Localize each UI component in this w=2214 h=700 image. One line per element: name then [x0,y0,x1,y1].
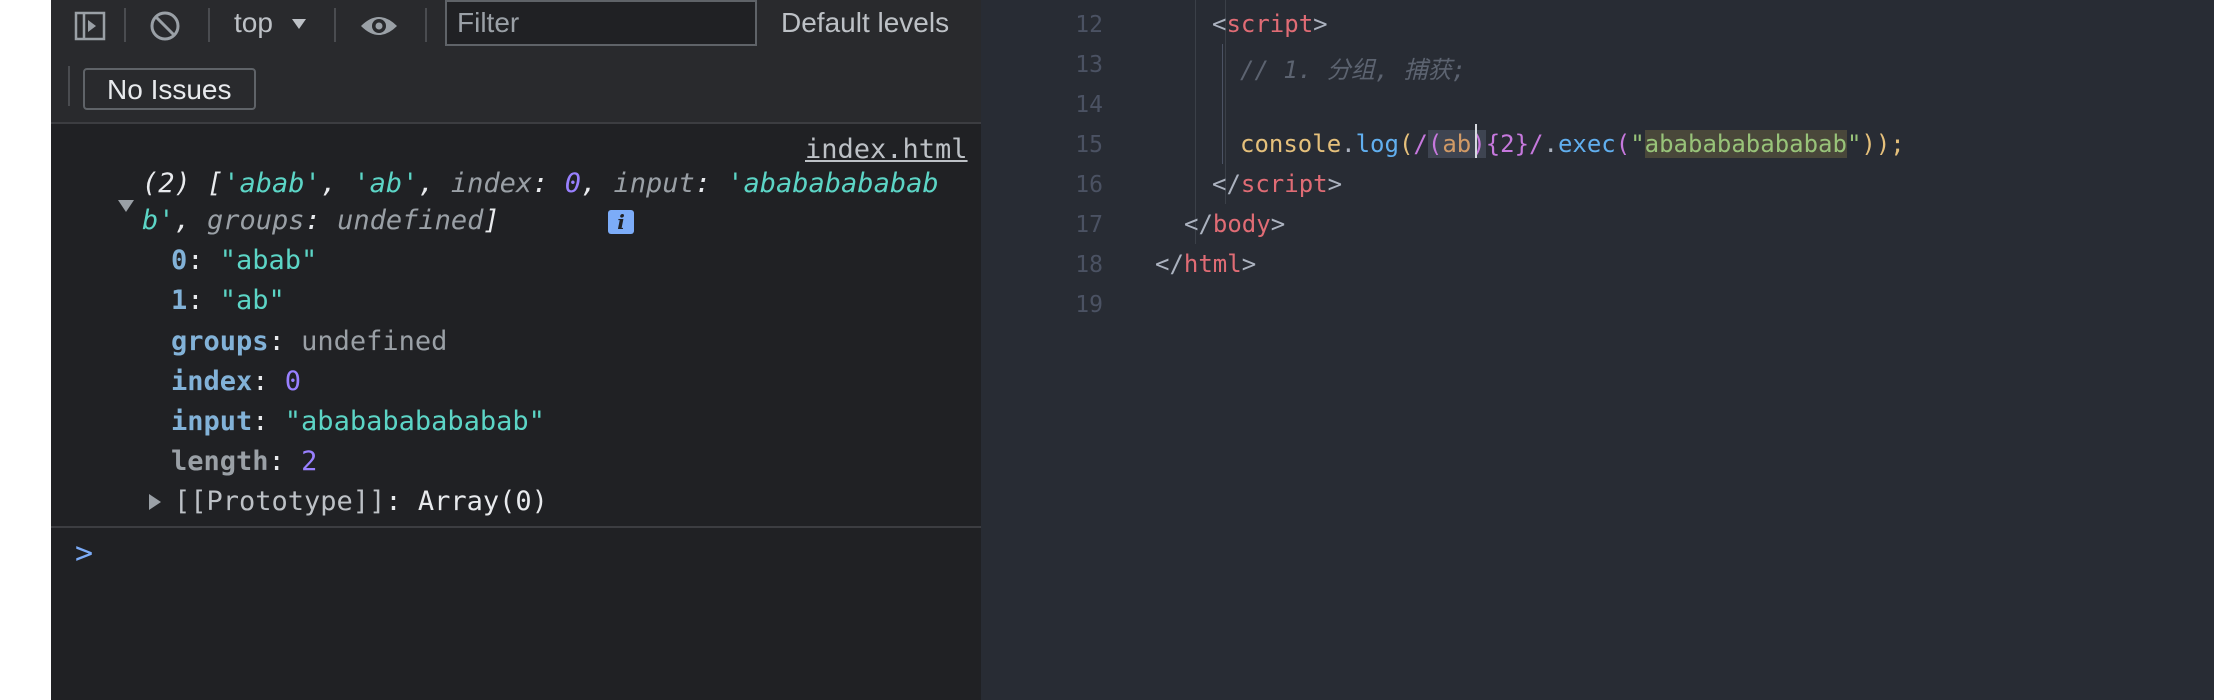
filter-input[interactable] [445,0,757,46]
line-number: 16 [1075,172,1103,198]
line-number: 19 [1075,292,1103,318]
sidebar-toggle-icon[interactable] [73,9,107,43]
info-icon[interactable]: i [608,210,634,234]
line-number: 15 [1075,132,1103,158]
prototype-row[interactable]: [[Prototype]]: Array(0) [174,486,548,517]
code-line-17: </body> [1184,210,1286,238]
eye-icon[interactable] [359,9,399,43]
toolbar-separator [334,8,336,42]
expand-triangle-icon[interactable] [148,493,162,511]
line-number: 18 [1075,252,1103,278]
property-row: input: "ababababababab" [171,406,545,437]
code-line-16: </script> [1212,170,1343,198]
code-editor[interactable]: 12 13 14 15 16 17 18 19 <script> // 1. 分… [981,0,2214,700]
source-link[interactable]: index.html [805,134,968,165]
console-prompt[interactable]: > [75,536,93,571]
array-summary-line[interactable]: (2) ['abab', 'ab', index: 0, input: 'aba… [142,168,939,199]
array-summary-line-wrap: b', groups: undefined] [142,205,500,236]
console-panel: top Default levels No Issues index.html … [51,0,981,700]
property-row: length: 2 [171,446,318,477]
issues-button[interactable]: No Issues [83,68,256,110]
text-cursor [1475,124,1477,158]
issues-bar: No Issues [51,50,981,124]
indent-guide-active [1222,44,1223,164]
code-line-12: <script> [1212,10,1328,38]
context-label: top [234,7,273,38]
toolbar-separator [208,8,210,42]
property-row: groups: undefined [171,326,448,357]
code-line-15: console.log(/(ab){2}/.exec("abababababab… [1240,130,1905,158]
indent-guide [1195,0,1196,244]
toolbar-separator [425,8,427,42]
toolbar-separator [124,8,126,42]
clear-console-icon[interactable] [148,9,182,43]
console-toolbar: top Default levels [51,0,981,50]
chevron-down-icon [292,19,306,29]
log-levels-dropdown[interactable]: Default levels [781,7,949,39]
code-line-18: </html> [1155,250,1257,278]
line-number: 17 [1075,212,1103,238]
toolbar-separator [68,66,70,106]
property-row: 1: "ab" [171,285,285,316]
prompt-divider [51,526,981,528]
line-number: 12 [1075,12,1103,38]
line-number: 14 [1075,92,1103,118]
line-number: 13 [1075,52,1103,78]
code-line-13: // 1. 分组, 捕获; [1240,56,1467,84]
collapse-triangle-icon[interactable] [117,199,135,213]
property-row: 0: "abab" [171,245,318,276]
property-row: index: 0 [171,366,302,397]
